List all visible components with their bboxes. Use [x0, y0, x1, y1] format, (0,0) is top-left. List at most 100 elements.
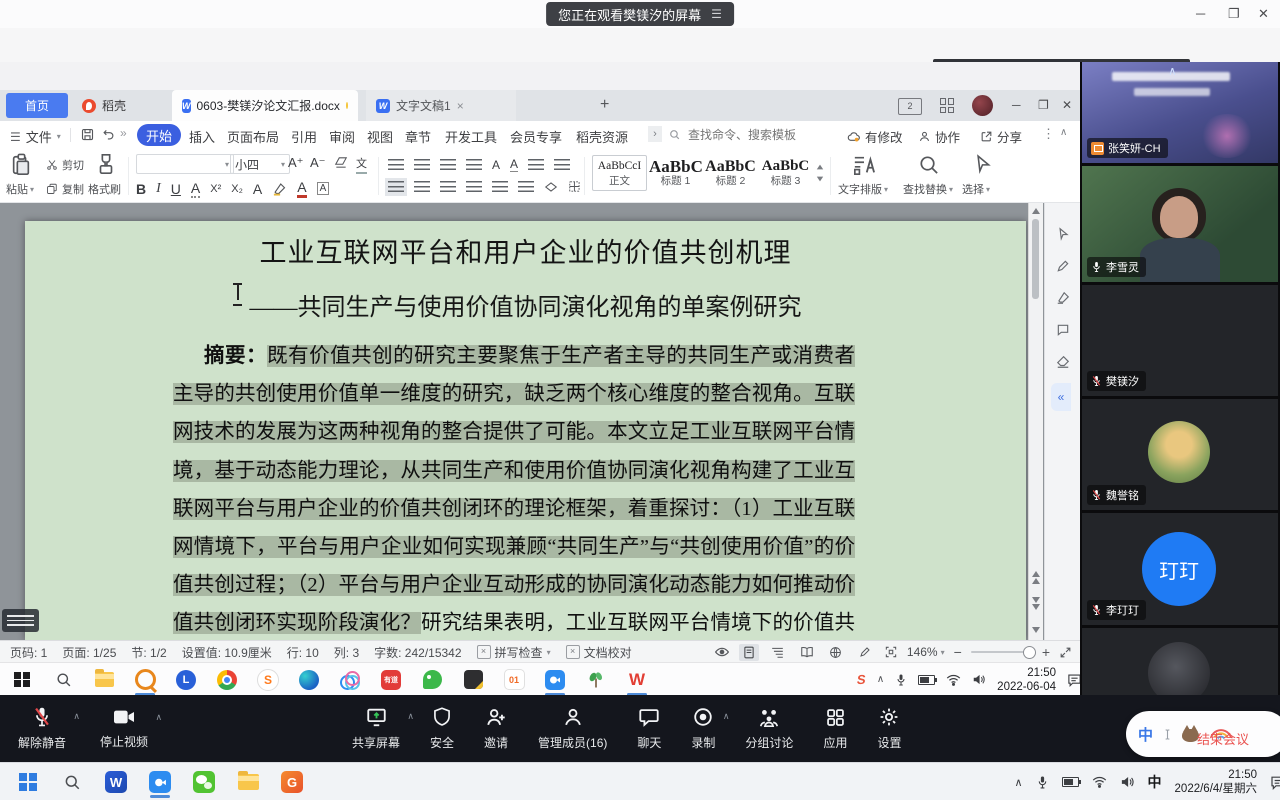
text-effects-button[interactable]: A: [253, 181, 262, 197]
italic-button[interactable]: I: [156, 181, 161, 197]
command-search-input[interactable]: [686, 125, 815, 145]
format-painter-button[interactable]: 格式刷: [88, 181, 121, 197]
video-options-chevron[interactable]: ∧: [155, 712, 162, 723]
spell-check-toggle[interactable]: ×拼写检查▾: [477, 644, 551, 661]
eraser-tool-icon[interactable]: [1056, 355, 1070, 369]
emphasis-dots-button[interactable]: A: [191, 180, 200, 198]
zoom-slider[interactable]: [971, 651, 1033, 653]
font-name-select[interactable]: ▾: [136, 154, 234, 174]
align-center-button[interactable]: [414, 181, 430, 193]
zoom-in-button[interactable]: +: [1042, 644, 1050, 660]
green-bird-app-icon[interactable]: [420, 668, 444, 692]
fit-page-icon[interactable]: [884, 645, 898, 659]
numbered-list-icon[interactable]: [414, 159, 430, 171]
undo-icon[interactable]: [101, 127, 116, 142]
ribbon-tab-docer-res[interactable]: 稻壳资源: [576, 127, 628, 146]
styles-scroll-down-icon[interactable]: [817, 177, 823, 182]
style-heading1[interactable]: AaBbC 标题 1: [649, 155, 702, 191]
restore-button[interactable]: ❐: [1228, 6, 1240, 22]
status-section[interactable]: 节: 1/2: [131, 644, 166, 661]
borders-button[interactable]: [568, 180, 582, 193]
end-meeting-button[interactable]: 结束会议: [1197, 729, 1249, 748]
scroll-down-arrow[interactable]: [1032, 627, 1040, 633]
status-page-number[interactable]: 页码: 1: [10, 644, 47, 661]
clear-format-icon[interactable]: [334, 156, 348, 169]
tencent-meeting-taskbar-icon[interactable]: [543, 668, 567, 692]
taskbar-search-icon[interactable]: [51, 668, 75, 692]
bullet-list-icon[interactable]: [388, 159, 404, 171]
host-network-icon[interactable]: [1092, 776, 1107, 788]
unmute-button[interactable]: 解除静音 ∧: [18, 706, 66, 751]
stop-video-button[interactable]: 停止视频 ∧: [100, 707, 148, 750]
zoom-level-control[interactable]: 146%▾: [907, 645, 945, 659]
app-grid-icon[interactable]: [940, 98, 955, 113]
modified-status[interactable]: 有修改: [846, 127, 903, 146]
increase-indent-icon[interactable]: [466, 159, 482, 171]
document-page[interactable]: 工业互联网平台和用户企业的价值共创机理 ——共同生产与使用价值协同演化视角的单案…: [25, 221, 1026, 640]
ribbon-tab-member[interactable]: 会员专享: [510, 127, 562, 146]
styles-scroll[interactable]: [814, 160, 826, 186]
tencent-docs-icon[interactable]: [338, 668, 362, 692]
select-tool-button[interactable]: 选择▾: [962, 181, 990, 197]
align-left-button[interactable]: [388, 181, 404, 193]
share-screen-button[interactable]: 共享屏幕 ∧: [352, 706, 400, 751]
share-options-chevron[interactable]: ∧: [407, 711, 414, 722]
record-button[interactable]: 录制 ∧: [691, 706, 715, 751]
text-direction-button[interactable]: A: [510, 157, 518, 172]
outline-view-button[interactable]: [768, 644, 788, 661]
collab-button[interactable]: 协作: [918, 127, 960, 146]
edge-icon[interactable]: [297, 668, 321, 692]
g-app-taskbar-icon[interactable]: G: [280, 770, 304, 794]
ribbon-tab-reference[interactable]: 引用: [291, 127, 317, 146]
ribbon-tab-section[interactable]: 章节: [405, 127, 431, 146]
participant-tile-5[interactable]: 玎玎 李玎玎: [1082, 513, 1278, 625]
collapse-panel-button[interactable]: «: [1051, 383, 1071, 411]
participant-tile-3[interactable]: 樊镁汐: [1082, 285, 1278, 396]
distribute-both-button[interactable]: [492, 181, 508, 193]
wechat-taskbar-icon[interactable]: [192, 770, 216, 794]
wps-minimize-button[interactable]: ─: [1012, 98, 1021, 112]
plant-app-icon[interactable]: [584, 668, 608, 692]
subscript-button[interactable]: X₂: [231, 183, 243, 195]
security-button[interactable]: 安全: [430, 706, 454, 751]
status-setting[interactable]: 设置值: 10.9厘米: [182, 644, 272, 661]
wps-active-doc-tab[interactable]: W 0603-樊镁汐论文汇报.docx: [172, 90, 358, 121]
file-explorer-icon[interactable]: [92, 668, 116, 692]
host-clock[interactable]: 21:502022/6/4/星期六: [1175, 768, 1257, 796]
status-page-count[interactable]: 页面: 1/25: [62, 644, 116, 661]
vertical-scrollbar[interactable]: [1028, 203, 1043, 640]
grow-font-button[interactable]: A⁺: [288, 155, 304, 171]
previous-page-button[interactable]: [1032, 571, 1040, 584]
host-search-icon[interactable]: [60, 770, 84, 794]
format-painter-icon[interactable]: [95, 152, 117, 176]
underline-button[interactable]: U: [171, 181, 181, 197]
word-taskbar-icon[interactable]: W: [104, 770, 128, 794]
ribbon-tab-insert[interactable]: 插入: [189, 127, 215, 146]
start-button[interactable]: [10, 668, 34, 692]
superscript-button[interactable]: X²: [210, 183, 221, 195]
ribbon-tab-review[interactable]: 审阅: [329, 127, 355, 146]
cut-button[interactable]: 剪切: [46, 157, 84, 173]
minimize-button[interactable]: ─: [1196, 6, 1205, 21]
menu-overflow-icon[interactable]: ›: [648, 126, 662, 142]
find-replace-button[interactable]: 查找替换▾: [903, 181, 953, 197]
select-tool-icon[interactable]: [972, 153, 993, 175]
paste-icon[interactable]: [10, 153, 32, 177]
ribbon-tab-layout[interactable]: 页面布局: [227, 127, 279, 146]
eye-protect-icon[interactable]: [714, 645, 730, 659]
shading-button[interactable]: [544, 181, 558, 193]
paste-button[interactable]: 粘贴▾: [6, 181, 34, 197]
zoom-out-button[interactable]: −: [954, 644, 962, 660]
dark-notes-app-icon[interactable]: [461, 668, 485, 692]
more-tools-icon[interactable]: »: [120, 126, 127, 140]
save-icon[interactable]: [80, 127, 95, 142]
align-right-button[interactable]: [440, 181, 456, 193]
sogou-browser-icon[interactable]: S: [256, 668, 280, 692]
bold-button[interactable]: B: [136, 181, 146, 197]
page-view-button[interactable]: [739, 644, 759, 661]
scrollbar-thumb[interactable]: [1032, 219, 1039, 299]
web-view-button[interactable]: [826, 644, 846, 661]
participant-tile-2[interactable]: 李雪灵: [1082, 166, 1278, 282]
sogou-ime-tray-icon[interactable]: S: [856, 672, 867, 687]
scroll-up-arrow[interactable]: [1032, 208, 1040, 214]
